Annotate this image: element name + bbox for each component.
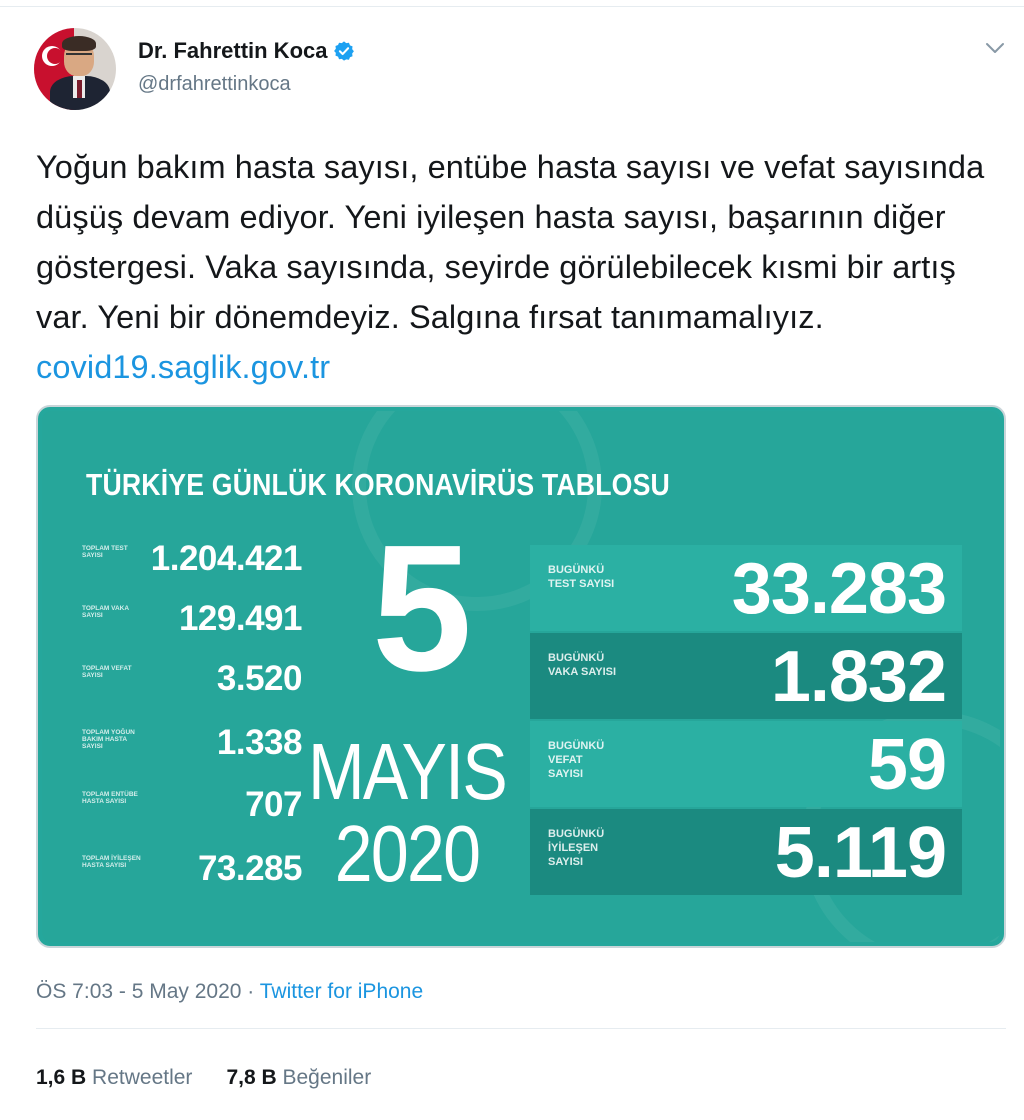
author-name-row[interactable]: Dr. Fahrettin Koca xyxy=(138,38,355,64)
total-label: TOPLAM YOĞUN BAKIM HASTA SAYISI xyxy=(82,729,135,750)
verified-badge-icon xyxy=(334,41,355,61)
total-label: TOPLAM VAKA SAYISI xyxy=(82,605,129,619)
date-year: 2020 xyxy=(334,809,481,898)
today-label: BUGÜNKÜ VEFAT SAYISI xyxy=(548,740,605,780)
tweet: Dr. Fahrettin Koca @drfahrettinkoca Yoğu… xyxy=(0,0,1024,1120)
total-label: TOPLAM ENTÜBE HASTA SAYISI xyxy=(82,791,138,805)
total-value: 73.285 xyxy=(197,849,303,888)
chevron-down-icon[interactable] xyxy=(984,40,1006,56)
tweet-timestamp[interactable]: ÖS 7:03 - 5 May 2020 xyxy=(36,980,241,1003)
top-divider xyxy=(0,6,1024,7)
total-row: TOPLAM VEFAT SAYISI 3.520 xyxy=(82,659,312,711)
today-value: 1.832 xyxy=(770,637,947,717)
total-value: 3.520 xyxy=(216,659,303,698)
today-value: 59 xyxy=(867,725,947,805)
today-value: 5.119 xyxy=(774,813,947,893)
tweet-meta: ÖS 7:03 - 5 May 2020 · Twitter for iPhon… xyxy=(36,980,423,1004)
card-title: TÜRKİYE GÜNLÜK KORONAVİRÜS TABLOSU xyxy=(86,467,670,502)
engagement-stats: 1,6 B Retweetler 7,8 B Beğeniler xyxy=(36,1066,371,1090)
today-label: BUGÜNKÜ VAKA SAYISI xyxy=(548,652,617,678)
today-label: BUGÜNKÜ İYİLEŞEN SAYISI xyxy=(548,828,605,868)
total-label: TOPLAM İYİLEŞEN HASTA SAYISI xyxy=(82,855,141,869)
retweets-count: 1,6 B xyxy=(36,1066,87,1089)
today-value: 33.283 xyxy=(731,549,947,629)
total-value: 129.491 xyxy=(178,599,303,638)
divider xyxy=(36,1028,1006,1029)
author-display-name[interactable]: Dr. Fahrettin Koca xyxy=(138,38,327,64)
tweet-media-image[interactable]: TÜRKİYE GÜNLÜK KORONAVİRÜS TABLOSU TOPLA… xyxy=(36,405,1006,948)
author-handle[interactable]: @drfahrettinkoca xyxy=(138,73,291,96)
today-test-box: BUGÜNKÜ TEST SAYISI 33.283 xyxy=(530,545,962,631)
covid-table-card: TÜRKİYE GÜNLÜK KORONAVİRÜS TABLOSU TOPLA… xyxy=(42,411,1000,942)
total-label: TOPLAM VEFAT SAYISI xyxy=(82,665,132,679)
total-row: TOPLAM VAKA SAYISI 129.491 xyxy=(82,599,312,651)
likes-stat[interactable]: 7,8 B Beğeniler xyxy=(226,1066,371,1090)
today-death-box: BUGÜNKÜ VEFAT SAYISI 59 xyxy=(530,721,962,807)
date-day: 5 xyxy=(371,508,473,709)
total-value: 1.204.421 xyxy=(150,539,303,578)
avatar[interactable] xyxy=(34,28,116,110)
tweet-body: Yoğun bakım hasta sayısı, entübe hasta s… xyxy=(36,149,985,335)
retweets-label: Retweetler xyxy=(92,1066,193,1089)
total-row: TOPLAM YOĞUN BAKIM HASTA SAYISI 1.338 xyxy=(82,723,312,775)
total-value: 1.338 xyxy=(216,723,303,762)
total-label: TOPLAM TEST SAYISI xyxy=(82,545,128,559)
total-value: 707 xyxy=(245,785,302,824)
today-recovered-box: BUGÜNKÜ İYİLEŞEN SAYISI 5.119 xyxy=(530,809,962,895)
tweet-source[interactable]: Twitter for iPhone xyxy=(260,980,423,1003)
today-case-box: BUGÜNKÜ VAKA SAYISI 1.832 xyxy=(530,633,962,719)
likes-count: 7,8 B xyxy=(226,1066,277,1089)
total-row: TOPLAM İYİLEŞEN HASTA SAYISI 73.285 xyxy=(82,849,312,901)
meta-separator: · xyxy=(241,980,260,1003)
tweet-text: Yoğun bakım hasta sayısı, entübe hasta s… xyxy=(36,142,1011,392)
total-row: TOPLAM ENTÜBE HASTA SAYISI 707 xyxy=(82,785,312,837)
retweets-stat[interactable]: 1,6 B Retweetler xyxy=(36,1066,192,1090)
tweet-link[interactable]: covid19.saglik.gov.tr xyxy=(36,349,330,385)
likes-label: Beğeniler xyxy=(282,1066,372,1089)
date-month: MAYIS xyxy=(307,727,508,816)
today-label: BUGÜNKÜ TEST SAYISI xyxy=(548,564,615,590)
total-row: TOPLAM TEST SAYISI 1.204.421 xyxy=(82,539,312,591)
